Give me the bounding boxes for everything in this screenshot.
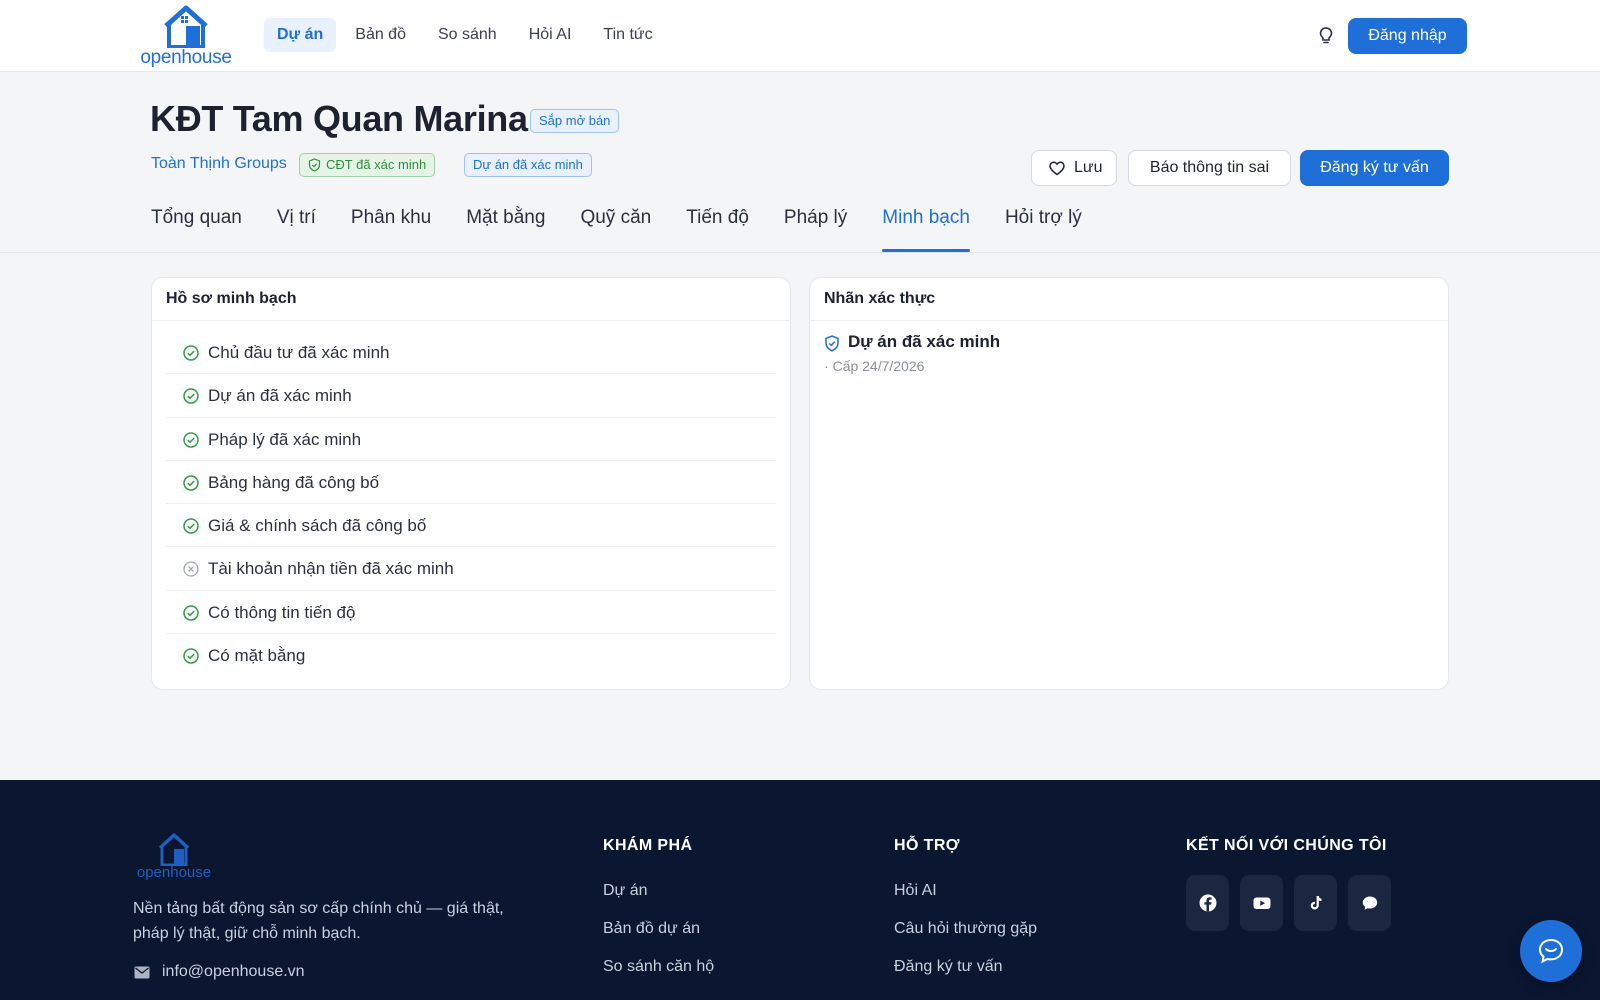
tiktok-button[interactable] (1294, 875, 1337, 931)
heart-icon (1049, 161, 1065, 176)
list-item: Có mặt bằng (166, 634, 776, 677)
tab-hoi-tro-ly[interactable]: Hỏi trợ lý (1005, 200, 1082, 252)
house-logo-icon (164, 5, 208, 49)
lightbulb-icon[interactable] (1316, 26, 1336, 46)
report-error-button[interactable]: Báo thông tin sai (1128, 150, 1291, 186)
footer-support-title: HỖ TRỢ (894, 837, 960, 854)
tab-mat-bang[interactable]: Mặt bằng (466, 200, 545, 252)
tab-phan-khu[interactable]: Phân khu (351, 200, 431, 252)
facebook-icon (1199, 894, 1217, 912)
footer-link-dang-ky[interactable]: Đăng ký tư vấn (894, 958, 1037, 977)
footer-connect-column: KẾT NỐI VỚI CHÚNG TÔI (1186, 837, 1387, 855)
footer-logo[interactable]: openhouse (134, 830, 214, 884)
project-verified-badge: Dự án đã xác minh (464, 153, 592, 177)
checklist-label: Chủ đầu tư đã xác minh (208, 343, 390, 362)
list-item: Tài khoản nhận tiền đã xác minh (166, 547, 776, 591)
main-nav: Dự án Bản đồ So sánh Hỏi AI Tin tức (264, 18, 666, 52)
x-circle-icon (183, 561, 199, 578)
developer-verified-badge: CĐT đã xác minh (299, 153, 436, 177)
save-label: Lưu (1074, 159, 1103, 176)
top-navbar: openhouse Dự án Bản đồ So sánh Hỏi AI Ti… (0, 0, 1600, 72)
footer-connect-title: KẾT NỐI VỚI CHÚNG TÔI (1186, 837, 1387, 854)
footer-explore-column: KHÁM PHÁ Dự án Bản đồ dự án So sánh căn … (603, 837, 714, 977)
verification-issue-date: · Cấp 24/7/2026 (824, 358, 925, 374)
check-circle-icon (183, 605, 199, 621)
youtube-button[interactable] (1240, 875, 1283, 931)
footer-link-du-an[interactable]: Dự án (603, 882, 714, 901)
checklist-label: Dự án đã xác minh (208, 386, 352, 406)
project-title: KĐT Tam Quan Marina (150, 98, 528, 139)
site-footer: openhouse Nền tảng bất động sản sơ cấp c… (0, 780, 1600, 1000)
house-logo-icon (158, 833, 190, 867)
nav-ban-do[interactable]: Bản đồ (342, 18, 419, 52)
chat-icon (1538, 938, 1564, 964)
mail-icon (134, 966, 150, 979)
list-item: Có thông tin tiến độ (166, 591, 776, 635)
footer-link-ban-do[interactable]: Bản đồ dự án (603, 920, 714, 939)
tab-tien-do[interactable]: Tiến độ (686, 200, 749, 252)
youtube-icon (1253, 897, 1271, 909)
tab-phap-ly[interactable]: Pháp lý (784, 200, 847, 252)
nav-tin-tuc[interactable]: Tin tức (590, 18, 665, 52)
openhouse-logo[interactable]: openhouse (136, 4, 236, 68)
list-item: Pháp lý đã xác minh (166, 418, 776, 461)
checklist-label: Tài khoản nhận tiền đã xác minh (208, 559, 454, 579)
chat-bubble-icon (1362, 896, 1378, 910)
checklist-label: Pháp lý đã xác minh (208, 429, 362, 449)
footer-description: Nền tảng bất động sản sơ cấp chính chủ —… (133, 900, 504, 942)
checklist-label: Có mặt bằng (208, 646, 306, 666)
check-circle-icon (183, 345, 199, 361)
footer-support-column: HỖ TRỢ Hỏi AI Câu hỏi thường gặp Đăng ký… (894, 837, 1037, 977)
list-item: Chủ đầu tư đã xác minh (166, 331, 776, 375)
checklist-label: Giá & chính sách đã công bố (208, 516, 427, 536)
footer-link-hoi-ai[interactable]: Hỏi AI (894, 882, 1037, 901)
tab-quy-can[interactable]: Quỹ căn (580, 200, 651, 252)
transparency-checklist: Chủ đầu tư đã xác minh Dự án đã xác minh… (152, 331, 790, 677)
footer-explore-title: KHÁM PHÁ (603, 837, 693, 854)
nav-hoi-ai[interactable]: Hỏi AI (516, 18, 585, 52)
check-circle-icon (183, 431, 199, 448)
transparency-card-title: Hồ sơ minh bạch (152, 278, 790, 321)
verification-badge-name: Dự án đã xác minh (848, 332, 1001, 351)
tab-minh-bach[interactable]: Minh bạch (882, 200, 970, 252)
verification-card-title: Nhãn xác thực (810, 278, 1448, 321)
chat-support-button[interactable] (1520, 920, 1582, 982)
project-tabs: Tổng quan Vị trí Phân khu Mặt bằng Quỹ c… (151, 200, 1082, 252)
developer-verified-label: CĐT đã xác minh (326, 157, 427, 172)
nav-so-sanh[interactable]: So sánh (425, 18, 510, 52)
facebook-button[interactable] (1186, 875, 1229, 931)
check-circle-icon (183, 475, 199, 491)
tiktok-icon (1310, 896, 1322, 910)
footer-link-faq[interactable]: Câu hỏi thường gặp (894, 920, 1037, 939)
transparency-card: Hồ sơ minh bạch Chủ đầu tư đã xác minh D… (151, 277, 791, 690)
footer-email[interactable]: info@openhouse.vn (162, 963, 305, 981)
nav-du-an[interactable]: Dự án (264, 18, 337, 52)
developer-link[interactable]: Toàn Thịnh Groups (151, 155, 287, 173)
save-button[interactable]: Lưu (1031, 150, 1117, 186)
status-badge: Sắp mở bán (530, 109, 620, 133)
logo-wordmark: openhouse (140, 47, 232, 68)
check-circle-icon (183, 648, 199, 664)
login-button[interactable]: Đăng nhập (1348, 18, 1467, 54)
tab-tong-quan[interactable]: Tổng quan (151, 200, 242, 252)
list-item: Dự án đã xác minh (166, 374, 776, 418)
verification-labels-card: Nhãn xác thực Dự án đã xác minh · Cấp 24… (809, 277, 1449, 690)
social-links (1186, 875, 1391, 931)
check-circle-icon (183, 518, 199, 534)
messenger-button[interactable] (1348, 875, 1391, 931)
footer-link-so-sanh[interactable]: So sánh căn hộ (603, 958, 714, 977)
consult-register-button[interactable]: Đăng ký tư vấn (1300, 150, 1449, 186)
project-header: KĐT Tam Quan Marina Sắp mở bán Toàn Thịn… (0, 72, 1600, 253)
checklist-label: Bảng hàng đã công bố (208, 472, 380, 492)
tab-vi-tri[interactable]: Vị trí (277, 200, 316, 252)
shield-check-icon (308, 158, 321, 172)
shield-check-icon (825, 335, 839, 352)
footer-wordmark: openhouse (136, 864, 212, 881)
list-item: Bảng hàng đã công bố (166, 461, 776, 505)
list-item: Giá & chính sách đã công bố (166, 504, 776, 548)
checklist-label: Có thông tin tiến độ (208, 602, 356, 622)
check-circle-icon (183, 388, 199, 405)
